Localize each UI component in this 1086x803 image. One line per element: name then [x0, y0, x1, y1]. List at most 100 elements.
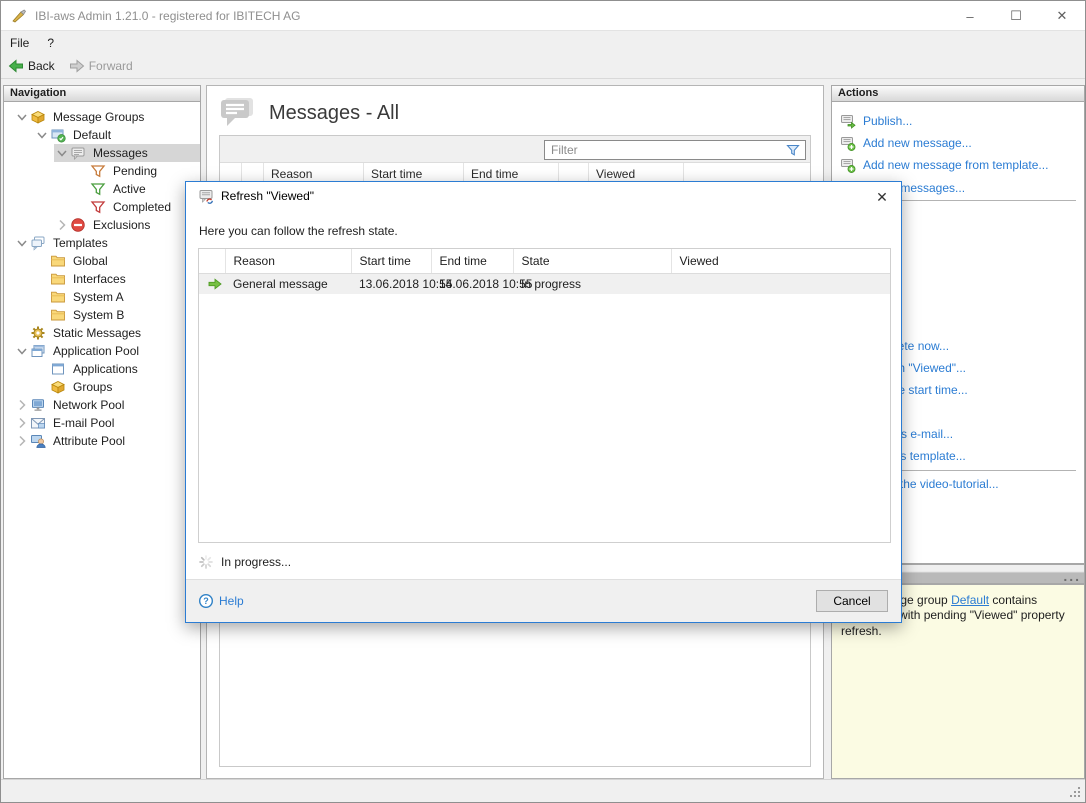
tree-item-label: Static Messages	[50, 325, 144, 341]
tree-item-default[interactable]: Default	[4, 126, 200, 144]
message-bubble-icon	[70, 145, 86, 161]
dialog-close-icon[interactable]: ✕	[873, 188, 891, 206]
chevron-down-icon[interactable]	[14, 343, 30, 359]
action-publish[interactable]: Publish...	[840, 113, 912, 129]
attribute-icon	[30, 433, 46, 449]
tree-item-label: Messages	[90, 145, 151, 161]
back-button[interactable]: Back	[1, 56, 62, 76]
tree-item-global[interactable]: Global	[4, 252, 200, 270]
messages-heading-icon	[219, 96, 255, 130]
navigation-header: Navigation	[3, 85, 201, 102]
tree-item-label: Groups	[70, 379, 115, 395]
chevron-down-icon[interactable]	[34, 127, 50, 143]
chevron-spacer	[14, 325, 30, 341]
tree-item-label: System B	[70, 307, 127, 323]
dialog-column-reason[interactable]: Reason	[225, 249, 351, 274]
tree-item-static-messages[interactable]: Static Messages	[4, 324, 200, 342]
tree-item-label: Interfaces	[70, 271, 129, 287]
chevron-spacer	[74, 199, 90, 215]
filter-input[interactable]	[545, 143, 786, 157]
tree-item-label: Network Pool	[50, 397, 127, 413]
tree-item-interfaces[interactable]: Interfaces	[4, 270, 200, 288]
cancel-button[interactable]: Cancel	[816, 590, 888, 612]
tree-item-applications[interactable]: Applications	[4, 360, 200, 378]
tree-item-system-b[interactable]: System B	[4, 306, 200, 324]
chevron-spacer	[34, 289, 50, 305]
refresh-state-table: ReasonStart timeEnd timeStateViewedGener…	[198, 248, 891, 543]
tree-item-templates[interactable]: Templates	[4, 234, 200, 252]
chevron-right-icon[interactable]	[14, 415, 30, 431]
dialog-column-end-time[interactable]: End time	[431, 249, 513, 274]
tree-item-system-a[interactable]: System A	[4, 288, 200, 306]
tree-item-application-pool[interactable]: Application Pool	[4, 342, 200, 360]
chevron-right-icon[interactable]	[14, 397, 30, 413]
chevron-spacer	[34, 253, 50, 269]
tree-item-label: Applications	[70, 361, 141, 377]
templates-icon	[30, 235, 46, 251]
folder-icon	[50, 307, 66, 323]
chevron-down-icon[interactable]	[14, 235, 30, 251]
tree-item-exclusions[interactable]: Exclusions	[4, 216, 200, 234]
tree-item-attribute-pool[interactable]: Attribute Pool	[4, 432, 200, 450]
tree-item-label: Default	[70, 127, 114, 143]
tree-item-active[interactable]: Active	[4, 180, 200, 198]
page-title: Messages - All	[269, 102, 399, 125]
menu-help[interactable]: ?	[38, 34, 63, 52]
action-label: Add new message from template...	[863, 158, 1048, 172]
tree-item-label: Completed	[110, 199, 174, 215]
folder-icon	[50, 289, 66, 305]
menu-file[interactable]: File	[1, 34, 38, 52]
application-icon	[50, 361, 66, 377]
filter-field[interactable]	[544, 140, 806, 160]
status-bar	[1, 779, 1085, 802]
default-group-link[interactable]: Default	[951, 593, 989, 607]
dialog-column-viewed[interactable]: Viewed	[671, 249, 890, 274]
resize-grip-icon[interactable]	[1068, 785, 1082, 799]
title-bar: IBI-aws Admin 1.21.0 - registered for IB…	[1, 1, 1085, 31]
chevron-down-icon[interactable]	[14, 109, 30, 125]
chevron-spacer	[34, 379, 50, 395]
help-link[interactable]: ? Help	[198, 593, 244, 609]
tree-item-pending[interactable]: Pending	[4, 162, 200, 180]
tree-item-label: Active	[110, 181, 149, 197]
refresh-row[interactable]: General message13.06.2018 10:5514.06.201…	[199, 274, 890, 295]
minimize-button[interactable]: –	[947, 1, 993, 31]
tree-item-groups[interactable]: Groups	[4, 378, 200, 396]
filter-funnel-icon[interactable]	[786, 143, 800, 157]
refresh-row-cell: General message	[225, 274, 351, 295]
funnel-green-icon	[90, 181, 106, 197]
dialog-column-start-time[interactable]: Start time	[351, 249, 431, 274]
spinner-icon	[198, 554, 214, 570]
chevron-spacer	[34, 307, 50, 323]
tree-item-label: Attribute Pool	[50, 433, 128, 449]
tree-item-messages[interactable]: Messages	[4, 144, 200, 162]
action-add-new-message[interactable]: Add new message...	[840, 135, 972, 151]
box-icon	[50, 379, 66, 395]
refresh-row-cell	[671, 274, 890, 295]
dialog-column-blank[interactable]	[199, 249, 225, 274]
tree-item-label: Message Groups	[50, 109, 147, 125]
app-icon	[11, 8, 27, 24]
tree-item-network-pool[interactable]: Network Pool	[4, 396, 200, 414]
tree-item-label: Global	[70, 253, 111, 269]
tree-item-label: Application Pool	[50, 343, 142, 359]
chevron-right-icon[interactable]	[14, 433, 30, 449]
tree-item-e-mail-pool[interactable]: E-mail Pool	[4, 414, 200, 432]
splitter-grip-icon[interactable]: ...	[1063, 572, 1081, 580]
forward-button[interactable]: Forward	[62, 56, 140, 76]
chevron-down-icon[interactable]	[54, 145, 70, 161]
dialog-description: Here you can follow the refresh state.	[186, 210, 901, 238]
toolbar: Back Forward	[1, 54, 1085, 79]
tree-item-message-groups[interactable]: Message Groups	[4, 108, 200, 126]
dialog-column-state[interactable]: State	[513, 249, 671, 274]
action-add-new-message-from-template[interactable]: Add new message from template...	[840, 157, 1048, 173]
actions-header: Actions	[831, 85, 1085, 102]
tree-item-completed[interactable]: Completed	[4, 198, 200, 216]
chevron-right-icon[interactable]	[54, 217, 70, 233]
box-icon	[30, 109, 46, 125]
tree-item-label: Templates	[50, 235, 111, 251]
close-button[interactable]: ✕	[1039, 1, 1085, 31]
filter-band	[220, 136, 810, 163]
maximize-button[interactable]: ☐	[993, 1, 1039, 31]
navigation-panel: Navigation Message Groups Default Messages…	[3, 85, 201, 779]
